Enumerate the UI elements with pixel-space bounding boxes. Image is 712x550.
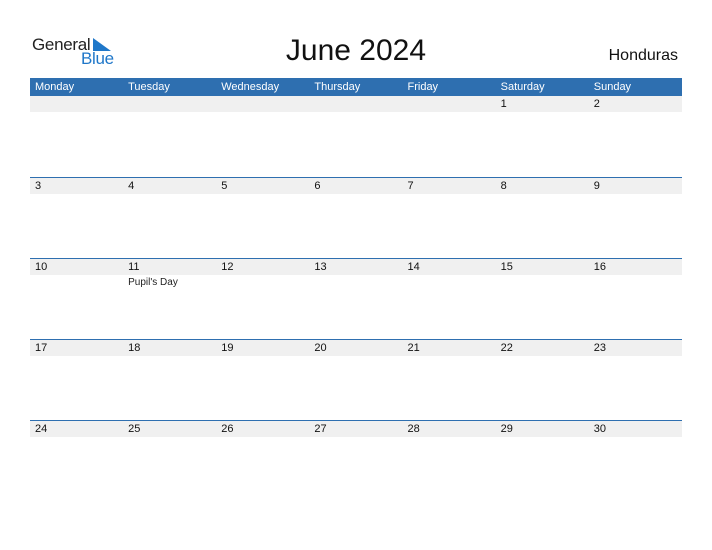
day-number: 4 xyxy=(128,180,135,192)
day-number xyxy=(216,96,309,112)
day-event xyxy=(589,275,682,288)
day-number: 12 xyxy=(221,261,234,273)
day-number: 24 xyxy=(35,423,48,435)
day-number: 20 xyxy=(314,342,327,354)
day-event xyxy=(589,437,682,439)
weekday-monday: Monday xyxy=(35,81,75,93)
day-number-row: 12 xyxy=(30,96,682,112)
day-number xyxy=(30,96,123,112)
day-event xyxy=(403,194,496,196)
day-number: 16 xyxy=(593,261,606,273)
day-number: 29 xyxy=(500,423,513,435)
country-name: Honduras xyxy=(608,47,678,64)
day-number: 3 xyxy=(35,180,42,192)
day-event xyxy=(309,356,402,358)
day-event xyxy=(496,194,589,196)
day-number: 21 xyxy=(407,342,420,354)
day-event xyxy=(309,437,402,439)
day-event xyxy=(496,356,589,358)
day-event xyxy=(403,437,496,439)
weekday-thursday: Thursday xyxy=(314,81,361,93)
day-number-row: 3 4 5 6 7 8 9 xyxy=(30,177,682,194)
day-event xyxy=(123,356,216,358)
day-number: 2 xyxy=(593,98,600,110)
day-number: 7 xyxy=(407,180,414,192)
day-number: 17 xyxy=(35,342,48,354)
day-event xyxy=(30,112,123,114)
day-number: 27 xyxy=(314,423,327,435)
day-number: 9 xyxy=(593,180,600,192)
day-event: Pupil's Day xyxy=(128,277,178,288)
day-event xyxy=(403,356,496,358)
day-event xyxy=(589,194,682,196)
weekday-saturday: Saturday xyxy=(500,81,545,93)
day-event xyxy=(216,275,309,288)
day-number: 14 xyxy=(407,261,420,273)
day-number: 11 xyxy=(128,261,140,273)
day-number: 28 xyxy=(407,423,420,435)
day-number: 23 xyxy=(593,342,606,354)
event-row xyxy=(30,437,682,439)
day-number: 26 xyxy=(221,423,234,435)
calendar-grid: Monday Tuesday Wednesday Thursday Friday… xyxy=(30,78,682,501)
week-row: 24 25 26 27 28 29 30 xyxy=(30,420,682,501)
day-event xyxy=(123,112,216,114)
day-number: 22 xyxy=(500,342,513,354)
weekday-header: Monday Tuesday Wednesday Thursday Friday… xyxy=(30,78,682,96)
day-event xyxy=(216,437,309,439)
day-event xyxy=(496,112,589,114)
event-row xyxy=(30,356,682,358)
day-event xyxy=(309,194,402,196)
weekday-friday: Friday xyxy=(407,81,439,93)
event-row: Pupil's Day xyxy=(30,275,682,288)
day-number: 10 xyxy=(35,261,48,273)
day-number: 8 xyxy=(500,180,507,192)
day-number-row: 17 18 19 20 21 22 23 xyxy=(30,339,682,356)
calendar-title: June 2024 xyxy=(285,34,427,67)
event-row xyxy=(30,112,682,114)
day-event xyxy=(309,112,402,114)
week-row: 17 18 19 20 21 22 23 xyxy=(30,339,682,420)
day-number: 25 xyxy=(128,423,141,435)
day-number: 15 xyxy=(500,261,513,273)
week-row: 10 11 12 13 14 15 16 Pupil's Day xyxy=(30,258,682,339)
day-event xyxy=(216,112,309,114)
day-event xyxy=(123,437,216,439)
day-event xyxy=(403,112,496,114)
weekday-sunday: Sunday xyxy=(593,81,632,93)
day-number: 5 xyxy=(221,180,228,192)
day-number: 6 xyxy=(314,180,321,192)
day-number-row: 10 11 12 13 14 15 16 xyxy=(30,258,682,275)
day-number: 13 xyxy=(314,261,327,273)
day-event xyxy=(30,356,123,358)
day-event xyxy=(496,275,589,288)
day-event xyxy=(309,275,402,288)
day-event xyxy=(30,437,123,439)
day-event xyxy=(589,356,682,358)
week-row: 3 4 5 6 7 8 9 xyxy=(30,177,682,258)
day-event xyxy=(30,194,123,196)
day-event xyxy=(403,275,496,288)
event-row xyxy=(30,194,682,196)
day-event xyxy=(589,112,682,114)
day-event xyxy=(496,437,589,439)
day-event xyxy=(216,356,309,358)
day-number-row: 24 25 26 27 28 29 30 xyxy=(30,420,682,437)
week-row: 12 xyxy=(30,96,682,177)
day-number: 19 xyxy=(221,342,234,354)
day-number xyxy=(123,96,216,112)
day-number xyxy=(403,96,496,112)
day-event xyxy=(30,275,123,288)
weekday-tuesday: Tuesday xyxy=(128,81,170,93)
weekday-wednesday: Wednesday xyxy=(221,81,280,93)
day-number: 18 xyxy=(128,342,141,354)
day-number: 1 xyxy=(500,98,507,110)
day-event xyxy=(123,194,216,196)
day-event xyxy=(216,194,309,196)
day-number xyxy=(309,96,402,112)
day-number: 30 xyxy=(593,423,606,435)
